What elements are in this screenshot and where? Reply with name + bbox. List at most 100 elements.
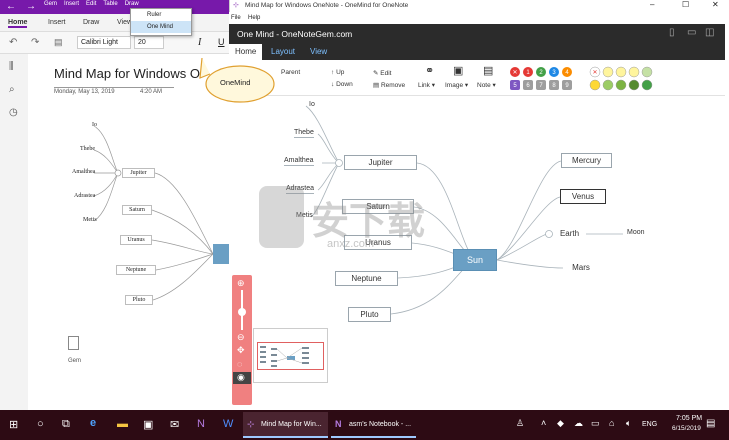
menu-item-ruler[interactable]: Ruler [131,9,191,21]
clock-time[interactable]: 7:05 PM [676,415,702,422]
node-pluto[interactable]: Pluto [348,307,391,322]
remove-label: Remove [380,82,406,89]
node-mars[interactable]: Mars [563,261,599,276]
onenote-leaf-metis[interactable]: Metis [83,217,97,223]
folder-icon[interactable]: ▭ [687,27,696,38]
language-indicator[interactable]: ENG [642,421,657,428]
edge-browser-icon[interactable]: e [90,417,96,429]
menu-file[interactable]: File [231,12,241,24]
show-hidden-chevron-icon[interactable]: ˄ [541,418,546,428]
image-label: Image [445,82,464,89]
onenote-node-saturn[interactable]: Saturn [122,205,152,215]
node-sun-center[interactable]: Sun [453,249,497,271]
word-taskbar-icon[interactable]: W [223,418,233,430]
clipboard-icon[interactable]: ▤ [54,37,63,48]
leaf-amalthea[interactable]: Amalthea [284,157,314,166]
save-icon[interactable]: ◫ [705,27,714,38]
link-button[interactable]: Link ▾ [418,81,435,89]
italic-icon[interactable]: I [198,37,201,48]
people-icon[interactable]: ♙ [516,418,524,429]
node-venus[interactable]: Venus [560,189,606,204]
attachment-file-icon[interactable] [68,336,79,350]
battery-icon[interactable]: ▭ [591,418,600,429]
notification-icon[interactable]: ▤ [706,418,715,429]
store-icon[interactable]: ▣ [143,418,153,431]
taskbar-task-notebook[interactable]: N asm's Notebook - ... [331,412,416,438]
onenote-sun-node-partial[interactable] [213,244,229,264]
onenote-leaf-amalthea[interactable]: Amalthea [72,169,95,175]
onenote-leaf-adrastea[interactable]: Adrastea [74,193,95,199]
tab-view[interactable]: View [310,47,327,56]
back-arrow-icon[interactable]: ← [6,1,16,13]
menu-gem[interactable]: Gem [44,0,57,9]
leaf-io[interactable]: Io [309,101,315,108]
cloud-icon[interactable]: ☁ [574,418,583,429]
remove-button[interactable]: ▤ Remove [373,81,405,89]
zoom-slider-handle[interactable] [238,308,246,316]
node-neptune[interactable]: Neptune [335,271,398,286]
down-button[interactable]: ↓ Down [331,81,353,88]
start-windows-icon[interactable]: ⊞ [9,418,18,431]
file-explorer-icon[interactable]: ▬ [117,418,128,430]
forward-arrow-icon[interactable]: → [26,1,36,13]
clock-date[interactable]: 6/15/2019 [672,425,701,432]
edit-button[interactable]: ✎ Edit [373,69,391,77]
onenote-node-uranus[interactable]: Uranus [120,235,152,245]
maximize-icon[interactable]: ☐ [682,0,689,9]
font-name-select[interactable]: Calibri Light [77,36,131,49]
search-circle-icon[interactable]: ○ [37,418,44,430]
priority-icons[interactable]: ✕ 1 2 3 4 5 6 7 8 9 [509,66,581,92]
mail-icon[interactable]: ✉ [170,418,179,431]
search-icon[interactable]: ⌕ [9,84,15,95]
underline-icon[interactable]: U [218,37,225,47]
volume-icon[interactable]: 🔈︎ [626,418,631,429]
menu-item-one-mind[interactable]: One Mind [131,21,191,33]
onenote-leaf-io[interactable]: Io [92,122,97,128]
font-size-select[interactable]: 20 [134,36,164,49]
eye-toggle[interactable]: ◉ [233,372,251,384]
move-icon[interactable]: ✥ [237,345,245,356]
document-icon[interactable]: ▯ [669,27,675,38]
taskbar-task-mindmap[interactable]: ⊹ Mind Map for Win... [243,412,328,438]
link-icon: ⚭ [425,65,435,77]
onenote-node-neptune[interactable]: Neptune [116,265,156,275]
zoom-panel: ⊕ ⊖ ✥ ◌ ◉ [232,275,252,405]
onenote-taskbar-icon[interactable]: N [197,418,205,430]
menu-help[interactable]: Help [248,12,260,24]
task-view-icon[interactable]: ⧉ [62,418,70,431]
close-icon[interactable]: ✕ [712,0,719,9]
onenote-node-pluto[interactable]: Pluto [125,295,153,305]
undo-icon[interactable]: ↶ [9,37,17,48]
watermark-logo-text: 安下载 [311,201,426,243]
note-button[interactable]: Note ▾ [477,81,496,89]
zoom-in-icon[interactable]: ⊕ [237,278,245,289]
reset-view-icon[interactable]: ◌ [237,359,242,369]
progress-icons[interactable]: ✕ [589,66,661,92]
tab-home[interactable]: Home [8,19,28,28]
eye-icon: ◉ [237,372,245,382]
leaf-thebe[interactable]: Thebe [294,129,314,138]
network-icon[interactable]: ⌂ [609,418,614,428]
notebooks-icon[interactable]: ⫼ [9,61,14,72]
node-jupiter[interactable]: Jupiter [344,155,417,170]
node-mercury[interactable]: Mercury [561,153,612,168]
zoom-out-icon[interactable]: ⊖ [237,332,245,343]
recent-clock-icon[interactable]: ◷ [9,107,18,118]
tab-draw[interactable]: Draw [83,19,99,26]
link-label: Link [418,82,430,89]
onenote-leaf-thebe[interactable]: Thebe [80,146,95,152]
onenote-node-jupiter[interactable]: Jupiter [122,168,155,178]
tray-app-icon[interactable]: ◆ [557,418,564,429]
note-icon: ▤ [483,65,494,77]
redo-icon[interactable]: ↷ [31,37,39,48]
menu-edit[interactable]: Edit [86,0,96,9]
up-button[interactable]: ↑ Up [331,69,344,76]
tab-insert[interactable]: Insert [48,19,66,26]
menu-insert[interactable]: Insert [64,0,79,9]
node-earth[interactable]: Earth [553,227,586,242]
minimap[interactable] [253,328,328,383]
leaf-moon[interactable]: Moon [627,229,645,236]
minimize-icon[interactable]: – [650,0,654,9]
image-button[interactable]: Image ▾ [445,81,468,89]
menu-table[interactable]: Table [103,0,117,9]
